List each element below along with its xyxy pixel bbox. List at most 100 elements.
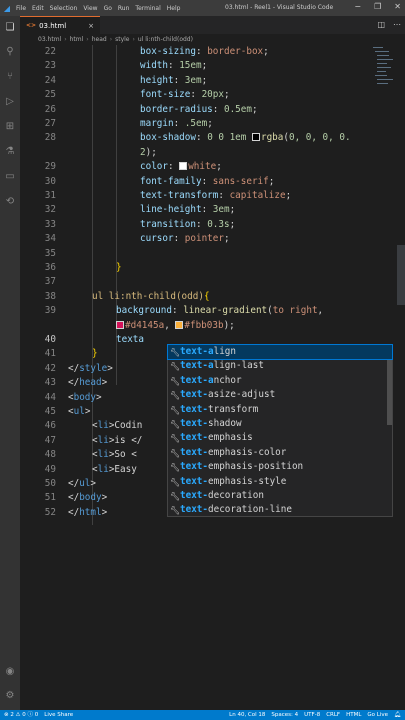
suggestion-match: text-a — [180, 360, 214, 372]
breadcrumb-html[interactable]: html — [70, 36, 84, 43]
property-wrench-icon: 🔧︎ — [170, 405, 181, 415]
go-live-button[interactable]: Go Live — [367, 710, 388, 720]
suggestion-item[interactable]: 🔧︎ text-emphasis — [168, 431, 392, 445]
scrollbar-thumb[interactable] — [397, 245, 405, 305]
code-token: sans-serif — [212, 175, 269, 187]
code-token: background — [116, 305, 172, 317]
suggestion-label: text-transform — [180, 403, 258, 417]
suggestion-label: text-anchor — [180, 374, 242, 388]
code-line: 38 ul li:nth-child(odd){ — [20, 290, 405, 304]
code-token: ; — [207, 118, 213, 129]
live-share-icon[interactable]: ⟲ — [4, 196, 16, 208]
testing-icon[interactable]: ⚗ — [4, 146, 16, 158]
search-icon[interactable]: ⚲ — [4, 46, 16, 58]
color-swatch[interactable] — [251, 133, 260, 142]
breadcrumb: 03.html › html › head › style › ul li:nt… — [20, 34, 405, 45]
explorer-icon[interactable]: ❏ — [4, 22, 16, 34]
code-token: rgba — [260, 132, 284, 144]
menu-view[interactable]: View — [83, 5, 97, 12]
code-token: box-shadow — [140, 132, 196, 144]
suggestion-item[interactable]: 🔧︎ text-decoration-line — [168, 503, 392, 517]
menu-go[interactable]: Go — [104, 5, 112, 12]
restore-icon[interactable]: ❐ — [374, 2, 381, 11]
code-token: > — [101, 506, 108, 518]
code-token: margin — [140, 118, 174, 129]
encoding-status[interactable]: UTF-8 — [304, 710, 320, 720]
suggestion-item[interactable]: 🔧︎ text-emphasis-position — [168, 460, 392, 474]
code-token: : — [195, 218, 208, 230]
code-text: </html> — [68, 506, 107, 520]
menu-run[interactable]: Run — [118, 5, 130, 12]
property-wrench-icon: 🔧︎ — [170, 391, 181, 401]
manage-gear-icon[interactable]: ⚙ — [4, 690, 16, 702]
code-token: font-size — [140, 89, 191, 101]
run-debug-icon[interactable]: ▷ — [4, 96, 16, 108]
line-number: 46 — [44, 420, 56, 432]
code-token: ); — [145, 146, 157, 158]
code-text: texta — [116, 333, 144, 347]
suggestion-item[interactable]: 🔧︎ text-asize-adjust — [168, 388, 392, 402]
code-line: 34 cursor: pointer; — [20, 232, 405, 246]
line-number: 45 — [44, 406, 56, 417]
breadcrumb-head[interactable]: head — [92, 36, 107, 43]
suggestion-rest: nchor — [213, 374, 242, 386]
suggestion-item[interactable]: 🔧︎ text-decoration — [168, 489, 392, 503]
code-text: <li>Codin — [92, 419, 142, 433]
language-mode[interactable]: HTML — [346, 710, 361, 720]
remote-explorer-icon[interactable]: ▭ — [4, 171, 16, 183]
suggestion-item[interactable]: 🔧︎ text-align — [167, 343, 393, 361]
code-token: : — [173, 74, 185, 86]
account-icon[interactable]: ◉ — [4, 666, 16, 678]
extensions-icon[interactable]: ⊞ — [4, 121, 16, 133]
vertical-scrollbar[interactable] — [397, 45, 405, 710]
color-swatch[interactable] — [179, 162, 188, 171]
cursor-position[interactable]: Ln 40, Col 18 — [229, 710, 265, 720]
suggestion-item[interactable]: 🔧︎ text-anchor — [168, 374, 392, 388]
suggestion-match: text- — [180, 389, 208, 401]
code-line: 36} — [20, 261, 405, 275]
breadcrumb-file[interactable]: 03.html — [38, 36, 61, 43]
autocomplete-suggestions[interactable]: 🔧︎ text-align 🔧︎ text-align-last 🔧︎ text-anch… — [167, 343, 393, 517]
breadcrumb-style[interactable]: style — [115, 36, 129, 43]
code-token: ul li:nth-child(odd) — [92, 290, 204, 302]
live-share-status[interactable]: Live Share — [44, 710, 73, 720]
notifications-bell-icon[interactable]: 🔔︎ — [394, 710, 401, 720]
split-editor-icon[interactable]: ◫ — [377, 20, 385, 29]
color-swatch[interactable] — [116, 320, 124, 329]
code-token: style — [79, 362, 108, 374]
code-token: ul — [73, 406, 85, 417]
suggestion-item[interactable]: 🔧︎ text-emphasis-color — [168, 446, 392, 460]
code-text: text-transform: capitalize; — [140, 189, 291, 203]
indentation-status[interactable]: Spaces: 4 — [271, 710, 298, 720]
menu-selection[interactable]: Selection — [50, 5, 78, 12]
suggestion-label: text-asize-adjust — [180, 388, 275, 402]
code-line: 23 width: 15em; — [20, 59, 405, 73]
menu-terminal[interactable]: Terminal — [135, 5, 160, 12]
close-tab-icon[interactable]: × — [88, 22, 94, 30]
more-actions-icon[interactable]: ⋯ — [393, 20, 401, 29]
property-wrench-icon: 🔧︎ — [170, 348, 181, 357]
code-text: </body> — [68, 491, 107, 505]
suggestion-match: text- — [180, 446, 208, 458]
tab-03-html[interactable]: <> 03.html × — [20, 16, 100, 34]
color-swatch[interactable] — [175, 320, 184, 329]
code-token: >So < — [108, 449, 137, 461]
minimap[interactable] — [373, 45, 395, 105]
menu-help[interactable]: Help — [167, 5, 181, 12]
problems-indicator[interactable]: ⊗ 2 ⚠ 0 ⓘ 0 — [4, 710, 38, 720]
code-line: 25 font-size: 20px; — [20, 88, 405, 102]
suggestion-item[interactable]: 🔧︎ text-emphasis-style — [168, 475, 392, 489]
minimize-icon[interactable]: − — [354, 2, 361, 11]
source-control-icon[interactable]: ⑂ — [4, 71, 16, 83]
menu-edit[interactable]: Edit — [32, 5, 44, 12]
suggestion-item[interactable]: 🔧︎ text-align-last — [168, 359, 392, 373]
suggestion-item[interactable]: 🔧︎ text-shadow — [168, 417, 392, 431]
code-token: : — [190, 89, 202, 101]
close-window-icon[interactable]: ✕ — [394, 2, 401, 11]
suggestion-match: text- — [180, 432, 208, 444]
breadcrumb-selector[interactable]: ul li:nth-child(odd) — [138, 36, 193, 43]
menu-file[interactable]: File — [16, 5, 26, 12]
code-text: </ul> — [68, 477, 96, 491]
suggestion-item[interactable]: 🔧︎ text-transform — [168, 403, 392, 417]
eol-status[interactable]: CRLF — [326, 710, 340, 720]
